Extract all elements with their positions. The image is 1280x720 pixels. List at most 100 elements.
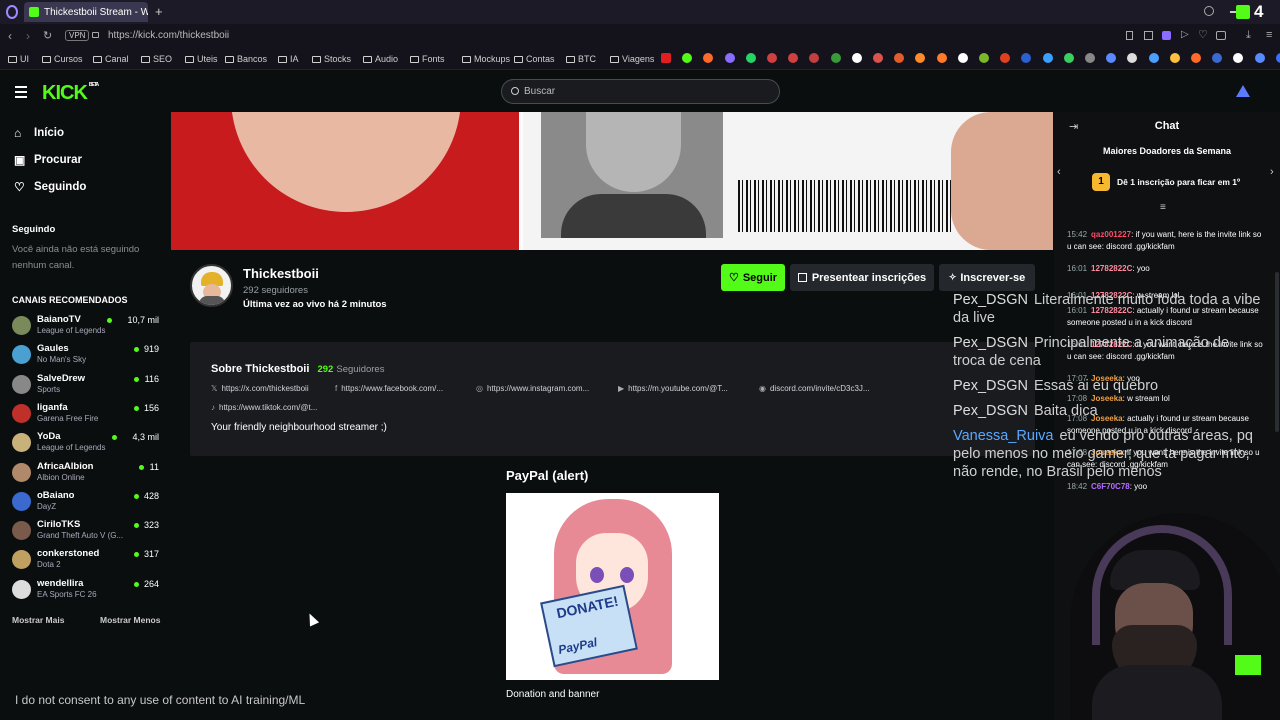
bookmark-site-icon[interactable] [1000,53,1011,63]
show-more-button[interactable]: Mostrar Mais [12,615,64,625]
recommended-channel[interactable]: conkerstoned Dota 2 317 [12,548,162,576]
bookmark-site-icon[interactable] [979,53,989,63]
bookmark-site-icon[interactable] [936,53,947,63]
bookmark-site-icon[interactable] [1063,53,1074,63]
recommended-channel[interactable]: Gaules No Man's Sky 919 [12,343,162,371]
bookmark-folder[interactable]: UI [8,54,29,64]
panel-image[interactable]: DONATE! PayPal [506,493,719,680]
gift-subs-button[interactable]: Presentear inscrições [790,264,934,291]
bookmark-folder[interactable]: Canal [93,54,129,64]
donors-prev-icon[interactable]: ‹ [1057,166,1061,178]
bookmark-site-icon[interactable] [1042,53,1053,63]
bookmark-site-icon[interactable] [1106,53,1117,63]
shield-icon[interactable] [1162,31,1171,40]
subscribe-button[interactable]: ✧ Inscrever-se [939,264,1035,291]
recommended-channel[interactable]: wendellira EA Sports FC 26 264 [12,578,162,606]
bookmark-folder[interactable]: BTC [566,54,596,64]
recommended-channel[interactable]: AfricaAlbion Albion Online 11 [12,461,162,489]
vpn-badge[interactable]: VPN [65,30,90,41]
bookmark-folder[interactable]: Mockups [462,54,510,64]
bookmark-folder[interactable]: Contas [514,54,555,64]
bookmark-site-icon[interactable] [851,53,862,63]
bookmark-folder[interactable]: Audio [363,54,398,64]
browser-tab[interactable]: Thickestboii Stream - Wat [24,2,148,22]
bookmark-site-icon[interactable] [915,53,926,63]
url-text[interactable]: https://kick.com/thickestboii [108,30,229,41]
bookmark-folder[interactable]: Uteis [185,54,218,64]
play-icon[interactable]: ▷ [1181,29,1189,40]
recommended-title: CANAIS RECOMENDADOS [12,295,128,305]
chat-filter-icon[interactable]: ≡ [1160,202,1166,213]
channel-avatar-icon [12,550,31,570]
bookmark-icon[interactable] [1126,31,1133,40]
bookmark-site-icon[interactable] [1212,53,1223,63]
bookmark-folder[interactable]: Cursos [42,54,83,64]
chat-scrollbar[interactable] [1275,272,1279,432]
bookmark-site-icon[interactable] [661,53,671,63]
menu-icon[interactable]: ≡ [1266,29,1272,41]
recommended-channel[interactable]: BaianoTV League of Legends 10,7 mil [12,314,162,342]
bookmark-site-icon[interactable] [745,53,756,63]
bookmark-site-icon[interactable] [1085,53,1095,63]
reload-icon[interactable]: ↻ [43,29,52,42]
bookmark-site-icon[interactable] [809,53,820,63]
bookmark-folder[interactable]: Bancos [225,54,267,64]
social-link[interactable]: 𝕏https://x.com/thickestboii [211,384,309,393]
bookmark-site-icon[interactable] [767,53,777,63]
recommended-channel[interactable]: liganfa Garena Free Fire 156 [12,402,162,430]
bookmark-site-icon[interactable] [703,53,714,63]
nav-item-0[interactable]: ⌂ Início [14,126,64,140]
follow-button[interactable]: ♡ Seguir [721,264,785,291]
bookmark-site-icon[interactable] [1021,53,1032,63]
recommended-channel[interactable]: oBaiano DayZ 428 [12,490,162,518]
forward-icon[interactable]: › [26,29,30,43]
snapshot-icon[interactable] [1144,31,1153,40]
social-link[interactable]: ♪ https://www.tiktok.com/@t... [211,403,317,412]
bookmark-site-icon[interactable] [1233,53,1244,63]
bookmark-site-icon[interactable] [788,53,799,63]
bookmark-site-icon[interactable] [1169,53,1180,63]
kick-logo[interactable]: KICK BETA [42,82,99,105]
bookmark-site-icon[interactable] [1127,53,1138,63]
nav-item-1[interactable]: ▣ Procurar [14,153,82,167]
bookmark-folder[interactable]: Fonts [410,54,445,64]
nav-item-2[interactable]: ♡ Seguindo [14,180,86,194]
social-link[interactable]: f https://www.facebook.com/... [335,384,443,393]
recommended-channel[interactable]: SalveDrew Sports 116 [12,373,162,401]
social-link[interactable]: ◉ discord.com/invite/cD3c3J... [759,384,870,393]
hamburger-menu-icon[interactable] [15,86,27,98]
bookmark-site-icon[interactable] [957,53,968,63]
social-link[interactable]: ◎ https://www.instagram.com... [476,384,589,393]
back-icon[interactable]: ‹ [8,29,12,43]
bookmark-site-icon[interactable] [894,53,905,63]
bookmark-site-icon[interactable] [1148,53,1159,63]
bookmark-folder[interactable]: IA [278,54,299,64]
wallet-icon[interactable] [1216,31,1226,40]
user-triangle-icon[interactable] [1236,85,1250,97]
bookmark-site-icon[interactable] [1191,53,1201,63]
donors-next-icon[interactable]: › [1270,166,1274,178]
browser-logo-icon[interactable] [6,5,18,19]
channel-avatar[interactable] [190,264,233,307]
bookmark-folder[interactable]: Stocks [312,54,351,64]
bookmark-folder[interactable]: Viagens [610,54,654,64]
chat-user[interactable]: qaz001227 [1091,230,1131,239]
recommended-channel[interactable]: YoDa League of Legends 4,3 mil [12,431,162,459]
new-tab-button[interactable]: + [155,4,163,19]
bookmark-site-icon[interactable] [682,53,693,63]
bookmark-site-icon[interactable] [724,53,735,63]
bookmark-folder[interactable]: SEO [141,54,172,64]
search-tabs-icon[interactable] [1204,6,1214,16]
social-link[interactable]: ▶ https://m.youtube.com/@T... [618,384,728,393]
show-less-button[interactable]: Mostrar Menos [100,615,160,625]
chat-user[interactable]: C6F70C78 [1091,482,1130,491]
bookmark-site-icon[interactable] [830,53,841,63]
heart-toolbar-icon[interactable]: ♡ [1198,28,1208,41]
bookmark-site-icon[interactable] [873,53,883,63]
download-icon[interactable]: ⤓ [1246,29,1251,42]
bookmark-site-icon[interactable] [1254,53,1265,63]
recommended-channel[interactable]: CiriloTKS Grand Theft Auto V (G... 323 [12,519,162,547]
search-input[interactable]: Buscar [501,79,780,104]
chat-user[interactable]: 12782822C [1091,264,1132,273]
bookmark-site-icon[interactable] [1275,53,1280,63]
